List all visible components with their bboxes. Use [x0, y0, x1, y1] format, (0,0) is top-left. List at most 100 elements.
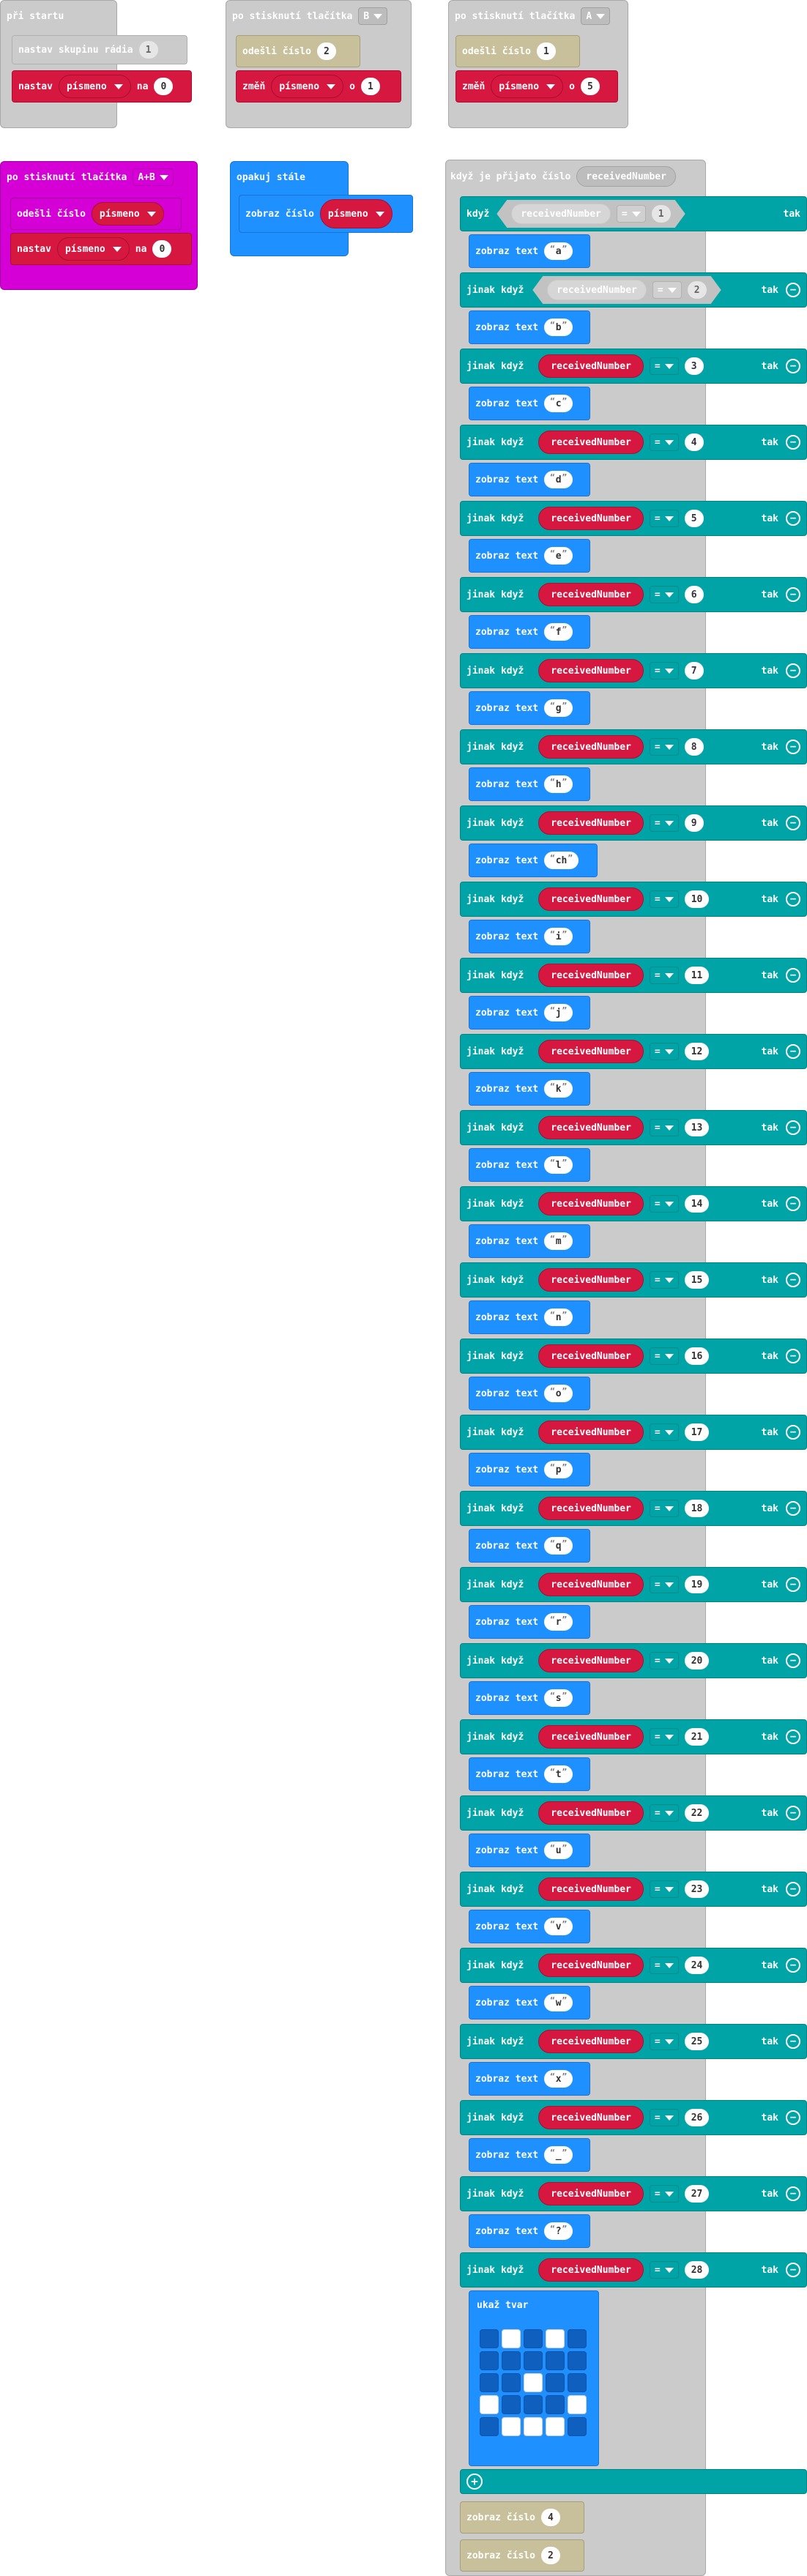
text-value-field[interactable]: “d” [544, 471, 573, 488]
led-cell[interactable] [546, 2417, 565, 2436]
operator-dropdown[interactable]: = [649, 2033, 679, 2050]
show-text-block[interactable]: zobraz text “c” [469, 387, 590, 420]
show-text-block[interactable]: zobraz text “h” [469, 767, 590, 801]
show-number-block[interactable]: zobraz číslo 4 [460, 2501, 584, 2534]
remove-branch-icon[interactable]: − [786, 1577, 800, 1592]
else-if-block[interactable]: jinak když receivedNumber = 24 tak − [460, 1948, 807, 1983]
led-cell[interactable] [568, 2329, 587, 2348]
led-cell[interactable] [568, 2417, 587, 2436]
operator-dropdown[interactable]: = [649, 1119, 679, 1136]
if-block-footer[interactable]: + [460, 2469, 807, 2494]
operator-dropdown[interactable]: = [649, 1423, 679, 1441]
operator-dropdown[interactable]: = [649, 967, 679, 984]
received-number-var[interactable]: receivedNumber [538, 1116, 644, 1139]
show-text-block[interactable]: zobraz text “d” [469, 463, 590, 496]
remove-branch-icon[interactable]: − [786, 1882, 800, 1896]
show-text-block[interactable]: zobraz text “o” [469, 1377, 590, 1410]
button-a-dropdown[interactable]: A [581, 7, 611, 25]
received-number-var[interactable]: receivedNumber [538, 507, 644, 530]
received-number-var[interactable]: receivedNumber [538, 354, 644, 378]
operator-dropdown[interactable]: = [649, 433, 679, 451]
led-cell[interactable] [524, 2417, 543, 2436]
button-b-dropdown[interactable]: B [358, 7, 388, 25]
compare-value[interactable]: 9 [684, 814, 704, 832]
compare-value[interactable]: 18 [684, 1500, 710, 1517]
radio-group-value[interactable]: 1 [138, 41, 158, 59]
compare-value[interactable]: 25 [684, 2033, 710, 2050]
text-value-field[interactable]: “_” [544, 2146, 573, 2164]
text-value-field[interactable]: “x” [544, 2070, 573, 2088]
else-if-block[interactable]: jinak když receivedNumber = 26 tak − [460, 2100, 807, 2135]
else-if-block[interactable]: jinak když receivedNumber = 8 tak − [460, 729, 807, 764]
operator-dropdown[interactable]: = [649, 1576, 679, 1593]
show-text-block[interactable]: zobraz text “p” [469, 1453, 590, 1486]
set-radio-group-block[interactable]: nastav skupinu rádia 1 [12, 35, 187, 64]
compare-condition[interactable]: receivedNumber = 2 [532, 276, 721, 304]
show-text-block[interactable]: zobraz text “j” [469, 996, 590, 1030]
led-cell[interactable] [568, 2351, 587, 2370]
show-text-block[interactable]: zobraz text “?” [469, 2214, 590, 2248]
compare-value[interactable]: 27 [684, 2185, 710, 2203]
text-value-field[interactable]: “o” [544, 1385, 573, 1402]
text-value-field[interactable]: “b” [544, 319, 573, 336]
show-text-block[interactable]: zobraz text “_” [469, 2138, 590, 2172]
text-value-field[interactable]: “p” [544, 1461, 573, 1478]
compare-value[interactable]: 6 [684, 586, 704, 603]
variable-dropdown[interactable]: písmeno [491, 75, 564, 98]
else-if-block[interactable]: jinak když receivedNumber = 18 tak − [460, 1491, 807, 1526]
operator-dropdown[interactable]: = [649, 814, 679, 832]
show-text-block[interactable]: zobraz text “l” [469, 1148, 590, 1182]
led-cell[interactable] [502, 2373, 521, 2392]
change-value[interactable]: 1 [360, 78, 380, 95]
operator-dropdown[interactable]: = [617, 205, 646, 223]
else-if-block[interactable]: jinak když receivedNumber = 27 tak − [460, 2176, 807, 2211]
show-text-block[interactable]: zobraz text “i” [469, 920, 590, 953]
set-value[interactable]: 0 [154, 78, 174, 95]
received-number-var[interactable]: receivedNumber [547, 280, 647, 300]
remove-branch-icon[interactable]: − [786, 435, 800, 450]
show-text-block[interactable]: zobraz text “f” [469, 615, 590, 649]
compare-condition[interactable]: receivedNumber = 1 [497, 200, 685, 228]
led-cell[interactable] [524, 2373, 543, 2392]
show-text-block[interactable]: zobraz text “q” [469, 1529, 590, 1563]
led-cell[interactable] [524, 2395, 543, 2414]
show-number-value[interactable]: 4 [540, 2509, 560, 2526]
operator-dropdown[interactable]: = [649, 1880, 679, 1898]
set-variable-block[interactable]: nastav písmeno na 0 [12, 70, 192, 103]
led-cell[interactable] [546, 2329, 565, 2348]
else-if-block[interactable]: jinak když receivedNumber = 3 tak − [460, 349, 807, 384]
received-number-var[interactable]: receivedNumber [511, 204, 611, 224]
show-text-block[interactable]: zobraz text “u” [469, 1834, 590, 1867]
else-if-block[interactable]: jinak když receivedNumber = 15 tak − [460, 1262, 807, 1298]
show-text-block[interactable]: zobraz text “b” [469, 310, 590, 344]
show-text-block[interactable]: zobraz text “k” [469, 1072, 590, 1106]
show-number-block[interactable]: zobraz číslo písmeno [239, 195, 413, 233]
show-text-block[interactable]: zobraz text “ch” [469, 844, 598, 877]
text-value-field[interactable]: “n” [544, 1309, 573, 1326]
else-if-block[interactable]: jinak když receivedNumber = 14 tak − [460, 1186, 807, 1221]
received-number-var[interactable]: receivedNumber [538, 2258, 644, 2282]
received-number-var[interactable]: receivedNumber [538, 1268, 644, 1292]
text-value-field[interactable]: “m” [544, 1232, 573, 1250]
text-value-field[interactable]: “f” [544, 623, 573, 641]
received-number-var[interactable]: receivedNumber [538, 887, 644, 911]
remove-branch-icon[interactable]: − [786, 1120, 800, 1135]
send-number-block-b[interactable]: odešli číslo 2 [236, 35, 360, 67]
operator-dropdown[interactable]: = [649, 738, 679, 756]
else-if-block[interactable]: jinak když receivedNumber = 4 tak − [460, 425, 807, 460]
compare-value[interactable]: 21 [684, 1728, 710, 1746]
remove-branch-icon[interactable]: − [786, 1273, 800, 1287]
change-variable-block-b[interactable]: změň písmeno o 1 [236, 70, 401, 103]
operator-dropdown[interactable]: = [649, 2261, 679, 2279]
received-number-var[interactable]: receivedNumber [538, 1725, 644, 1749]
text-value-field[interactable]: “r” [544, 1613, 573, 1631]
show-text-block[interactable]: zobraz text “n” [469, 1300, 590, 1334]
text-value-field[interactable]: “q” [544, 1537, 573, 1555]
led-cell[interactable] [568, 2373, 587, 2392]
show-text-block[interactable]: zobraz text “w” [469, 1986, 590, 2020]
operator-dropdown[interactable]: = [649, 1804, 679, 1822]
text-value-field[interactable]: “s” [544, 1689, 573, 1707]
remove-branch-icon[interactable]: − [786, 1806, 800, 1820]
remove-branch-icon[interactable]: − [786, 1653, 800, 1668]
remove-branch-icon[interactable]: − [786, 2263, 800, 2277]
